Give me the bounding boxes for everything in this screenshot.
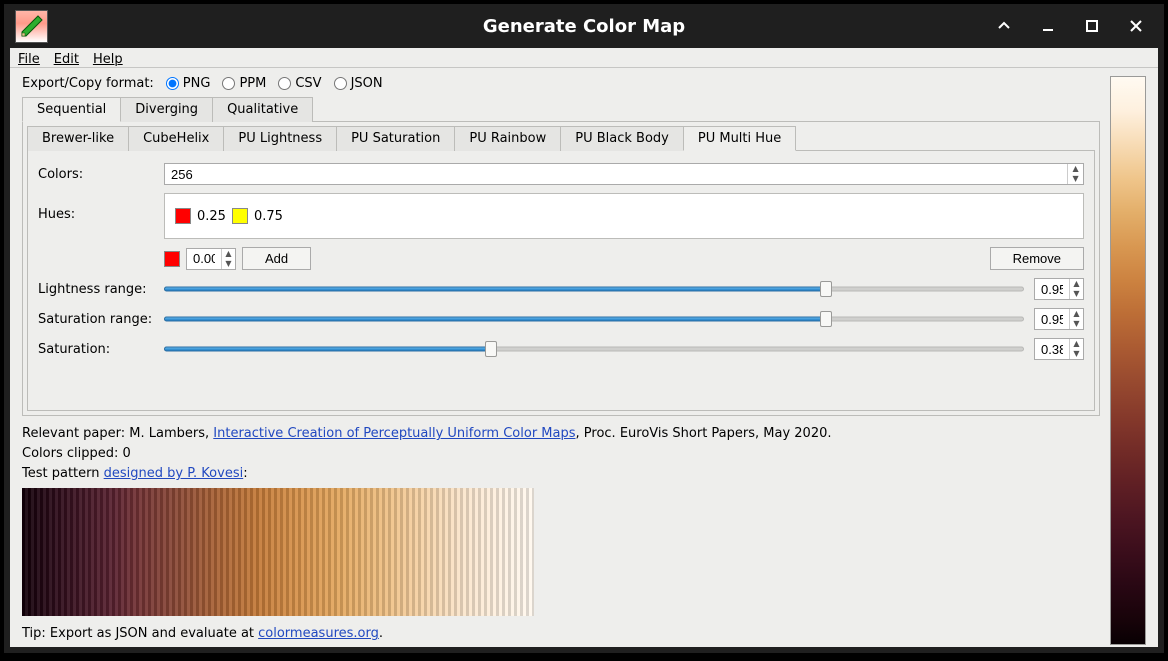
- export-format-row: Export/Copy format: PNG PPM CSV JSON: [22, 76, 1100, 91]
- tab-cubehelix[interactable]: CubeHelix: [128, 126, 224, 151]
- tab-pu-saturation[interactable]: PU Saturation: [336, 126, 455, 151]
- tip-link[interactable]: colormeasures.org: [258, 626, 379, 641]
- tabs-main: Sequential Diverging Qualitative: [22, 97, 1100, 122]
- close-button[interactable]: [1114, 4, 1158, 48]
- colors-label: Colors:: [38, 167, 158, 182]
- colormap-preview: [1110, 76, 1146, 645]
- menu-help[interactable]: Help: [93, 52, 123, 67]
- saturation-label: Saturation:: [38, 342, 158, 357]
- satrange-label: Saturation range:: [38, 312, 158, 327]
- clipped-line: Colors clipped: 0: [22, 444, 1100, 464]
- satrange-slider[interactable]: [164, 309, 1024, 329]
- tab-brewerlike[interactable]: Brewer-like: [27, 126, 129, 151]
- expand-button[interactable]: [982, 4, 1026, 48]
- add-hue-swatch[interactable]: [164, 251, 180, 267]
- tab-pu-lightness[interactable]: PU Lightness: [223, 126, 337, 151]
- test-pattern-link[interactable]: designed by P. Kovesi: [104, 466, 244, 481]
- add-hue-value[interactable]: ▲▼: [186, 248, 236, 270]
- menu-file[interactable]: File: [18, 52, 40, 67]
- titlebar: Generate Color Map: [4, 4, 1164, 48]
- export-radio-json[interactable]: JSON: [334, 76, 383, 91]
- menubar: File Edit Help: [10, 48, 1158, 68]
- hue-swatch-0[interactable]: [175, 208, 191, 224]
- tab-qualitative[interactable]: Qualitative: [212, 97, 313, 122]
- tabs-method: Brewer-like CubeHelix PU Lightness PU Sa…: [27, 126, 1095, 151]
- hue-swatch-1[interactable]: [232, 208, 248, 224]
- saturation-slider[interactable]: [164, 339, 1024, 359]
- test-pattern-image: [22, 488, 534, 616]
- remove-button[interactable]: Remove: [990, 247, 1084, 270]
- lightness-value[interactable]: ▲▼: [1034, 278, 1084, 300]
- minimize-button[interactable]: [1026, 4, 1070, 48]
- app-icon: [15, 10, 48, 43]
- lightness-label: Lightness range:: [38, 282, 158, 297]
- export-radio-csv[interactable]: CSV: [278, 76, 321, 91]
- tab-sequential[interactable]: Sequential: [22, 97, 121, 122]
- tab-pu-multihue[interactable]: PU Multi Hue: [683, 126, 796, 151]
- tab-pu-blackbody[interactable]: PU Black Body: [560, 126, 684, 151]
- paper-line: Relevant paper: M. Lambers, Interactive …: [22, 424, 1100, 444]
- tab-pu-rainbow[interactable]: PU Rainbow: [454, 126, 561, 151]
- pencil-icon: [20, 14, 44, 38]
- paper-link[interactable]: Interactive Creation of Perceptually Uni…: [213, 426, 575, 441]
- menu-edit[interactable]: Edit: [54, 52, 79, 67]
- saturation-value[interactable]: ▲▼: [1034, 338, 1084, 360]
- export-radio-png[interactable]: PNG: [166, 76, 211, 91]
- tip-line: Tip: Export as JSON and evaluate at colo…: [22, 624, 1100, 644]
- hues-label: Hues:: [38, 193, 158, 222]
- hue-value-1: 0.75: [254, 209, 283, 224]
- tab-diverging[interactable]: Diverging: [120, 97, 213, 122]
- test-pattern-line: Test pattern designed by P. Kovesi:: [22, 464, 1100, 484]
- hues-list: 0.25 0.75: [164, 193, 1084, 239]
- export-radio-ppm[interactable]: PPM: [222, 76, 266, 91]
- lightness-slider[interactable]: [164, 279, 1024, 299]
- hue-value-0: 0.25: [197, 209, 226, 224]
- satrange-value[interactable]: ▲▼: [1034, 308, 1084, 330]
- maximize-button[interactable]: [1070, 4, 1114, 48]
- add-button[interactable]: Add: [242, 247, 311, 270]
- export-label: Export/Copy format:: [22, 76, 154, 91]
- colors-input[interactable]: ▲▼: [164, 163, 1084, 185]
